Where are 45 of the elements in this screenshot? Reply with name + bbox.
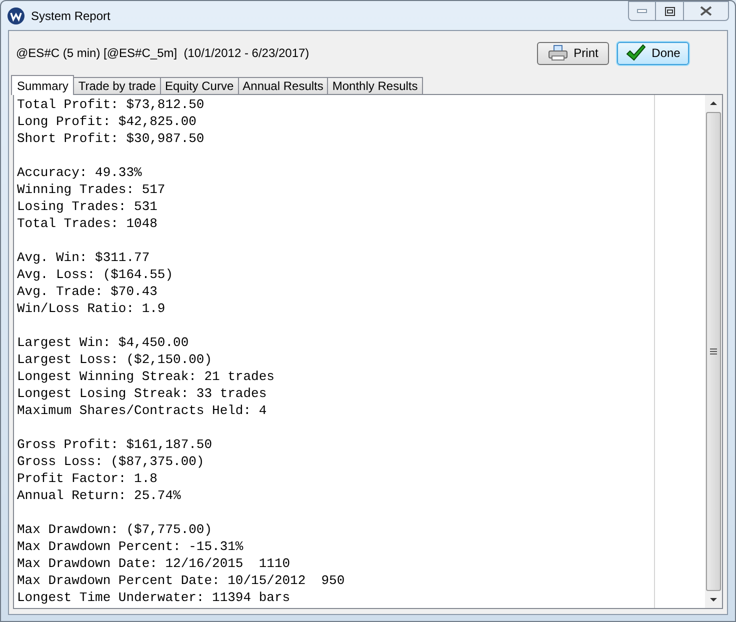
report-line: Avg. Loss: ($164.55)	[17, 266, 174, 283]
print-button[interactable]: Print	[537, 42, 609, 64]
report-line: Largest Win: $4,450.00	[17, 334, 189, 351]
report-line: Short Profit: $30,987.50	[17, 130, 204, 147]
report-line: Avg. Win: $311.77	[17, 249, 150, 266]
tab[interactable]: Summary	[11, 75, 74, 95]
report-line: Accuracy: 49.33%	[17, 164, 142, 181]
report-line: Total Profit: $73,812.50	[17, 96, 204, 113]
report-line: Max Drawdown Date: 12/16/2015 1110	[17, 555, 290, 572]
report-line: Annual Return: 25.74%	[17, 487, 181, 504]
maximize-button[interactable]	[656, 1, 683, 21]
report-line: Maximum Shares/Contracts Held: 4	[17, 402, 267, 419]
report-line: Avg. Trade: $70.43	[17, 283, 158, 300]
printer-icon	[548, 45, 568, 61]
tab[interactable]: Equity Curve	[160, 77, 239, 94]
maximize-icon	[664, 6, 674, 16]
report-line: Longest Time Underwater: 11394 bars	[17, 589, 290, 606]
tab[interactable]: Annual Results	[238, 77, 328, 94]
scrollbar-thumb[interactable]	[706, 112, 721, 591]
report-line: Max Drawdown Percent Date: 10/15/2012 950	[17, 572, 345, 589]
window-title: System Report	[31, 8, 110, 24]
report-line: Long Profit: $42,825.00	[17, 113, 196, 130]
checkmark-icon	[626, 44, 646, 62]
report-line: Total Trades: 1048	[17, 215, 158, 232]
close-button[interactable]	[683, 1, 729, 21]
minimize-icon	[637, 9, 647, 13]
report-line: Gross Loss: ($87,375.00)	[17, 453, 204, 470]
grip-icon	[710, 348, 717, 355]
report-source: @ES#C (5 min) [@ES#C_5m] (10/1/2012 - 6/23/2017)	[16, 45, 310, 62]
tab[interactable]: Trade by trade	[73, 77, 161, 94]
report-line: Longest Losing Streak: 33 trades	[17, 385, 267, 402]
done-button[interactable]: Done	[617, 42, 689, 64]
report-line: Gross Profit: $161,187.50	[17, 436, 212, 453]
app-logo-icon	[7, 6, 25, 24]
report-line: Largest Loss: ($2,150.00)	[17, 351, 212, 368]
vertical-scrollbar[interactable]	[705, 95, 722, 608]
report-line: Longest Winning Streak: 21 trades	[17, 368, 274, 385]
report-line: Profit Factor: 1.8	[17, 470, 158, 487]
tab[interactable]: Monthly Results	[327, 77, 423, 94]
close-icon	[700, 6, 712, 16]
report-line: Losing Trades: 531	[17, 198, 158, 215]
report-line: Winning Trades: 517	[17, 181, 166, 198]
report-line: Win/Loss Ratio: 1.9	[17, 300, 166, 317]
report-line: Max Drawdown: ($7,775.00)	[17, 521, 212, 538]
report-line: Max Drawdown Percent: -15.31%	[17, 538, 244, 555]
